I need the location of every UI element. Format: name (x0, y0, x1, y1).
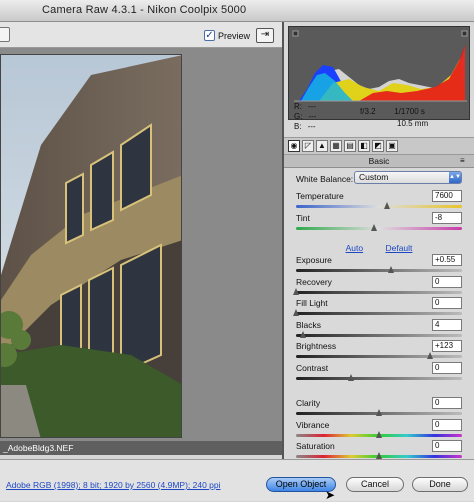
slider-thumb-icon[interactable] (293, 309, 299, 316)
slider-blacks: Blacks 4 (296, 318, 462, 342)
lens-tab-icon[interactable]: ◧ (358, 140, 370, 152)
slider-value-field[interactable]: 0 (432, 418, 462, 431)
slider-thumb-icon[interactable] (427, 352, 434, 359)
slider-label: Saturation (296, 441, 335, 451)
slider-label: Temperature (296, 191, 344, 201)
slider-thumb-icon[interactable] (376, 409, 382, 416)
slider-recovery: Recovery 0 (293, 275, 462, 299)
fullscreen-toggle-icon[interactable]: ⇥ (256, 28, 274, 43)
auto-link[interactable]: Auto (346, 243, 364, 253)
slider-label: Recovery (296, 276, 332, 287)
panel-menu-icon[interactable]: ≡ (460, 156, 470, 165)
image-status-strip: _AdobeBldg3.NEF (0, 441, 282, 455)
slider-value-field[interactable]: 0 (432, 397, 462, 409)
slider-thumb-icon[interactable] (371, 224, 378, 231)
slider-fill-light: Fill Light 0 (293, 297, 462, 320)
building-photo (0, 54, 182, 438)
panel-tabs: ◉ ◸ ▲ ▦ ▤ ◧ ◩ ▣ (284, 137, 474, 155)
slider-contrast: Contrast 0 (296, 361, 462, 385)
window-titlebar: Camera Raw 4.3.1 - Nikon Coolpix 5000 (0, 0, 474, 22)
split-toning-tab-icon[interactable]: ▤ (344, 140, 356, 152)
image-filename: _AdobeBldg3.NEF (3, 443, 74, 453)
slider-track[interactable] (296, 333, 462, 337)
mouse-pointer-icon: ➤ (325, 488, 336, 502)
rgb-readout: R: --- G: --- B: --- (294, 102, 316, 132)
slider-track[interactable] (296, 290, 462, 294)
slider-tint: Tint -8 (296, 212, 462, 235)
basic-tab-icon[interactable]: ◉ (288, 140, 300, 152)
slider-track[interactable] (296, 312, 462, 315)
bottom-bar: Adobe RGB (1998); 8 bit; 1920 by 2560 (4… (0, 459, 474, 502)
done-button[interactable]: Done (412, 477, 468, 492)
slider-clarity: Clarity 0 (296, 397, 462, 420)
slider-label: Fill Light (296, 298, 328, 308)
aperture-value: f/3.2 (360, 107, 376, 116)
basic-section-header: Basic ≡ (284, 155, 474, 168)
slider-brightness: Brightness +123 (296, 340, 462, 363)
slider-label: Contrast (296, 362, 329, 373)
white-balance-value: Custom (359, 172, 389, 182)
slider-label: Exposure (296, 255, 332, 265)
slider-thumb-icon[interactable] (347, 373, 354, 381)
r-label: R: (294, 102, 302, 111)
slider-value-field[interactable]: +0.55 (432, 254, 462, 266)
slider-label: Tint (296, 213, 310, 223)
slider-exposure: Exposure +0.55 (296, 254, 462, 277)
select-arrows-icon: ▲▼ (449, 172, 461, 183)
cancel-button[interactable]: Cancel (346, 477, 404, 492)
preview-checkbox[interactable]: ✓ (204, 30, 215, 41)
slider-value-field[interactable]: 0 (432, 275, 462, 288)
camera-calibration-tab-icon[interactable]: ◩ (372, 140, 384, 152)
detail-tab-icon[interactable]: ▲ (316, 140, 328, 152)
slider-value-field[interactable]: 0 (432, 440, 462, 452)
b-label: B: (294, 122, 302, 131)
slider-label: Vibrance (296, 419, 330, 430)
slider-value-field[interactable]: 0 (432, 297, 462, 309)
rotate-tool-icon[interactable] (0, 27, 10, 42)
preview-toolbar: ✓ Preview ⇥ (0, 22, 282, 48)
slider-value-field[interactable]: 7600 (432, 190, 462, 202)
g-label: G: (294, 112, 303, 121)
tone-curve-tab-icon[interactable]: ◸ (302, 140, 314, 152)
auto-default-links: Auto Default (284, 243, 474, 253)
b-value: --- (307, 122, 316, 131)
window-title: Camera Raw 4.3.1 - Nikon Coolpix 5000 (42, 4, 247, 16)
shutter-value: 1/1700 s (394, 107, 425, 116)
default-link[interactable]: Default (385, 243, 412, 253)
slider-thumb-icon[interactable] (387, 266, 394, 273)
slider-thumb-icon[interactable] (376, 430, 382, 438)
slider-thumb-icon[interactable] (293, 287, 299, 295)
white-balance-select[interactable]: Custom ▲▼ (354, 171, 462, 184)
slider-track[interactable] (296, 205, 462, 208)
presets-tab-icon[interactable]: ▣ (386, 140, 398, 152)
preview-label: Preview (218, 31, 251, 41)
slider-value-field[interactable]: +123 (432, 340, 462, 352)
slider-label: Brightness (296, 341, 337, 351)
g-value: --- (308, 112, 317, 121)
white-balance-label: White Balance: (296, 174, 354, 184)
slider-track[interactable] (296, 269, 462, 272)
image-canvas[interactable] (0, 48, 282, 441)
slider-thumb-icon[interactable] (376, 452, 382, 459)
slider-value-field[interactable]: 0 (432, 361, 462, 374)
workflow-options-link[interactable]: Adobe RGB (1998); 8 bit; 1920 by 2560 (4… (6, 480, 221, 490)
adjustment-panel: R: --- G: --- B: --- f/3.2 1/1700 s 10.5 mm… (284, 22, 474, 459)
hsl-tab-icon[interactable]: ▦ (330, 140, 342, 152)
slider-label: Blacks (296, 319, 322, 330)
slider-thumb-icon[interactable] (299, 330, 306, 338)
slider-vibrance: Vibrance 0 (296, 418, 462, 442)
section-title: Basic (368, 156, 390, 166)
building-photo-graphic (1, 55, 181, 437)
slider-track[interactable] (296, 355, 462, 358)
slider-thumb-icon[interactable] (384, 202, 391, 209)
focal-length-value: 10.5 mm (397, 119, 429, 128)
slider-value-field[interactable]: 4 (432, 318, 462, 331)
slider-track[interactable] (296, 376, 462, 380)
slider-label: Clarity (296, 398, 321, 408)
slider-track[interactable] (296, 227, 462, 230)
slider-temperature: Temperature 7600 (296, 190, 462, 213)
slider-value-field[interactable]: -8 (432, 212, 462, 224)
r-value: --- (308, 102, 316, 111)
exif-info: f/3.2 1/1700 s 10.5 mm (360, 106, 428, 130)
